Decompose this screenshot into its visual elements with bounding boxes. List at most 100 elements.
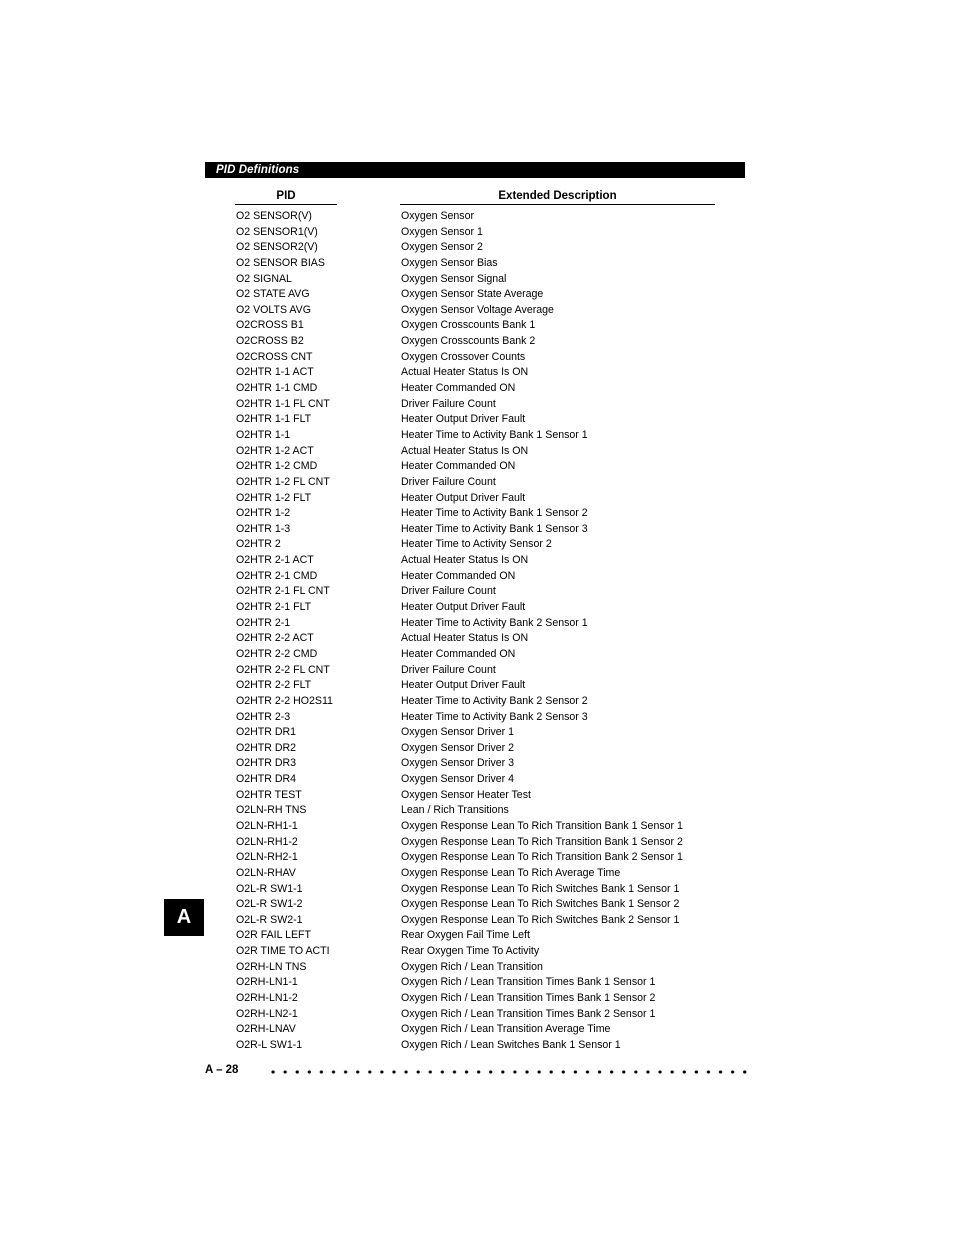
section-header-bar: PID Definitions bbox=[205, 162, 745, 178]
cell-pid: O2HTR 1-2 FLT bbox=[236, 491, 312, 504]
table-row: O2LN-RH1-2 Oxygen Response Lean To Rich T… bbox=[0, 835, 954, 851]
table-row: O2 SENSOR2(V) Oxygen Sensor 2 bbox=[0, 240, 954, 256]
cell-pid: O2HTR 2-1 ACT bbox=[236, 554, 314, 567]
table-row: O2 SENSOR(V) Oxygen Sensor bbox=[0, 209, 954, 225]
table-row: O2LN-RH1-1 Oxygen Response Lean To Rich T… bbox=[0, 819, 954, 835]
cell-pid: O2R FAIL LEFT bbox=[236, 929, 311, 942]
cell-extended-description: Oxygen Sensor Signal bbox=[401, 272, 507, 285]
cell-pid: O2HTR 1-1 CMD bbox=[236, 382, 318, 395]
table-row: O2RH-LN2-1 Oxygen Rich / Lean Transition … bbox=[0, 1007, 954, 1023]
cell-extended-description: Oxygen Sensor Driver 4 bbox=[401, 773, 515, 786]
table-row: O2HTR 1-1 FLT Heater Output Driver Fault bbox=[0, 412, 954, 428]
cell-pid: O2HTR DR2 bbox=[236, 741, 297, 754]
cell-extended-description: Oxygen Sensor Voltage Average bbox=[401, 303, 554, 316]
table-row: O2RH-LN TNS Oxygen Rich / Lean Transition bbox=[0, 960, 954, 976]
cell-extended-description: Rear Oxygen Fail Time Left bbox=[401, 929, 530, 942]
cell-extended-description: Heater Time to Activity Bank 1 Sensor 1 bbox=[401, 428, 588, 441]
cell-extended-description: Heater Time to Activity Bank 2 Sensor 1 bbox=[401, 616, 588, 629]
cell-pid: O2HTR 1-2 ACT bbox=[236, 444, 314, 457]
table-row: O2L-R SW1-2 Oxygen Response Lean To Rich … bbox=[0, 897, 954, 913]
cell-pid: O2RH-LNAV bbox=[236, 1023, 296, 1036]
table-row: O2HTR DR4 Oxygen Sensor Driver 4 bbox=[0, 772, 954, 788]
cell-extended-description: Oxygen Sensor 1 bbox=[401, 225, 483, 238]
cell-pid: O2CROSS B2 bbox=[236, 335, 304, 348]
cell-pid: O2HTR 2-2 ACT bbox=[236, 632, 314, 645]
cell-extended-description: Oxygen Rich / Lean Switches Bank 1 Senso… bbox=[401, 1038, 621, 1051]
cell-extended-description: Oxygen Rich / Lean Transition bbox=[401, 960, 543, 973]
cell-extended-description: Oxygen Sensor Bias bbox=[401, 256, 498, 269]
cell-extended-description: Oxygen Response Lean To Rich Transition … bbox=[401, 819, 683, 832]
table-row: O2HTR 1-2 CMD Heater Commanded ON bbox=[0, 459, 954, 475]
cell-extended-description: Oxygen Response Lean To Rich Switches Ba… bbox=[401, 882, 680, 895]
cell-pid: O2 SENSOR2(V) bbox=[236, 241, 318, 254]
cell-extended-description: Heater Output Driver Fault bbox=[401, 679, 526, 692]
cell-extended-description: Heater Time to Activity Bank 2 Sensor 3 bbox=[401, 710, 588, 723]
table-row: O2HTR 2-2 CMD Heater Commanded ON bbox=[0, 647, 954, 663]
table-row: O2HTR DR2 Oxygen Sensor Driver 2 bbox=[0, 741, 954, 757]
cell-pid: O2 STATE AVG bbox=[236, 288, 310, 301]
table-row: O2HTR 1-2 FLT Heater Output Driver Fault bbox=[0, 491, 954, 507]
cell-extended-description: Heater Commanded ON bbox=[401, 569, 516, 582]
cell-pid: O2HTR 2-1 CMD bbox=[236, 569, 318, 582]
cell-pid: O2HTR 1-2 bbox=[236, 507, 291, 520]
cell-extended-description: Heater Output Driver Fault bbox=[401, 491, 526, 504]
table-row: O2HTR DR3 Oxygen Sensor Driver 3 bbox=[0, 756, 954, 772]
cell-extended-description: Lean / Rich Transitions bbox=[401, 804, 509, 817]
cell-pid: O2HTR 1-1 FLT bbox=[236, 413, 312, 426]
cell-extended-description: Oxygen Sensor Driver 1 bbox=[401, 726, 515, 739]
table-row: O2 SIGNAL Oxygen Sensor Signal bbox=[0, 272, 954, 288]
cell-extended-description: Oxygen Sensor Driver 2 bbox=[401, 741, 515, 754]
cell-extended-description: Oxygen Rich / Lean Transition Times Bank… bbox=[401, 1007, 656, 1020]
table-row: O2R FAIL LEFT Rear Oxygen Fail Time Left bbox=[0, 928, 954, 944]
cell-extended-description: Oxygen Crossover Counts bbox=[401, 350, 526, 363]
pid-definitions-table: O2 SENSOR(V) Oxygen Sensor O2 SENSOR1(V) Ox… bbox=[0, 209, 954, 1054]
cell-pid: O2HTR 1-1 FL CNT bbox=[236, 397, 330, 410]
cell-extended-description: Oxygen Crosscounts Bank 1 bbox=[401, 319, 536, 332]
cell-pid: O2L-R SW1-2 bbox=[236, 898, 303, 911]
table-row: O2CROSS CNT Oxygen Crossover Counts bbox=[0, 350, 954, 366]
cell-extended-description: Oxygen Rich / Lean Transition Average Ti… bbox=[401, 1023, 611, 1036]
table-row: O2 VOLTS AVG Oxygen Sensor Voltage Averag… bbox=[0, 303, 954, 319]
table-row: O2CROSS B1 Oxygen Crosscounts Bank 1 bbox=[0, 318, 954, 334]
table-row: O2R TIME TO ACTI Rear Oxygen Time To Acti… bbox=[0, 944, 954, 960]
cell-pid: O2 SIGNAL bbox=[236, 272, 292, 285]
cell-pid: O2HTR 1-2 CMD bbox=[236, 460, 318, 473]
table-row: O2HTR 2-1 CMD Heater Commanded ON bbox=[0, 569, 954, 585]
footer-dotted-rule bbox=[267, 1070, 750, 1074]
cell-extended-description: Actual Heater Status Is ON bbox=[401, 632, 529, 645]
cell-pid: O2R-L SW1-1 bbox=[236, 1038, 303, 1051]
cell-pid: O2HTR 1-3 bbox=[236, 522, 291, 535]
table-row: O2 SENSOR1(V) Oxygen Sensor 1 bbox=[0, 225, 954, 241]
cell-extended-description: Heater Time to Activity Bank 1 Sensor 2 bbox=[401, 507, 588, 520]
cell-pid: O2HTR 2-2 FLT bbox=[236, 679, 312, 692]
table-row: O2CROSS B2 Oxygen Crosscounts Bank 2 bbox=[0, 334, 954, 350]
table-row: O2HTR 2-2 FLT Heater Output Driver Fault bbox=[0, 678, 954, 694]
cell-extended-description: Driver Failure Count bbox=[401, 475, 496, 488]
cell-extended-description: Oxygen Rich / Lean Transition Times Bank… bbox=[401, 976, 656, 989]
table-row: O2HTR 2-1 Heater Time to Activity Bank 2 … bbox=[0, 616, 954, 632]
table-row: O2HTR 2-1 FLT Heater Output Driver Fault bbox=[0, 600, 954, 616]
table-row: O2RH-LNAV Oxygen Rich / Lean Transition A… bbox=[0, 1022, 954, 1038]
document-page: PID Definitions PID Extended Description… bbox=[0, 0, 954, 1235]
table-row: O2HTR 1-1 FL CNT Driver Failure Count bbox=[0, 397, 954, 413]
table-row: O2HTR 2-2 FL CNT Driver Failure Count bbox=[0, 663, 954, 679]
cell-extended-description: Heater Output Driver Fault bbox=[401, 413, 526, 426]
cell-extended-description: Oxygen Rich / Lean Transition Times Bank… bbox=[401, 992, 656, 1005]
cell-extended-description: Driver Failure Count bbox=[401, 585, 496, 598]
cell-extended-description: Driver Failure Count bbox=[401, 663, 496, 676]
cell-extended-description: Rear Oxygen Time To Activity bbox=[401, 945, 540, 958]
cell-extended-description: Oxygen Sensor Driver 3 bbox=[401, 757, 515, 770]
cell-extended-description: Heater Output Driver Fault bbox=[401, 601, 526, 614]
cell-pid: O2HTR 2-1 FLT bbox=[236, 601, 312, 614]
cell-pid: O2LN-RH1-2 bbox=[236, 835, 298, 848]
cell-extended-description: Oxygen Sensor Heater Test bbox=[401, 788, 531, 801]
table-row: O2LN-RH2-1 Oxygen Response Lean To Rich T… bbox=[0, 850, 954, 866]
cell-pid: O2LN-RH TNS bbox=[236, 804, 307, 817]
table-row: O2L-R SW2-1 Oxygen Response Lean To Rich … bbox=[0, 913, 954, 929]
cell-pid: O2 VOLTS AVG bbox=[236, 303, 311, 316]
cell-pid: O2L-R SW2-1 bbox=[236, 913, 303, 926]
cell-pid: O2CROSS B1 bbox=[236, 319, 304, 332]
cell-pid: O2 SENSOR BIAS bbox=[236, 256, 325, 269]
table-row: O2HTR 1-1 CMD Heater Commanded ON bbox=[0, 381, 954, 397]
table-row: O2HTR DR1 Oxygen Sensor Driver 1 bbox=[0, 725, 954, 741]
